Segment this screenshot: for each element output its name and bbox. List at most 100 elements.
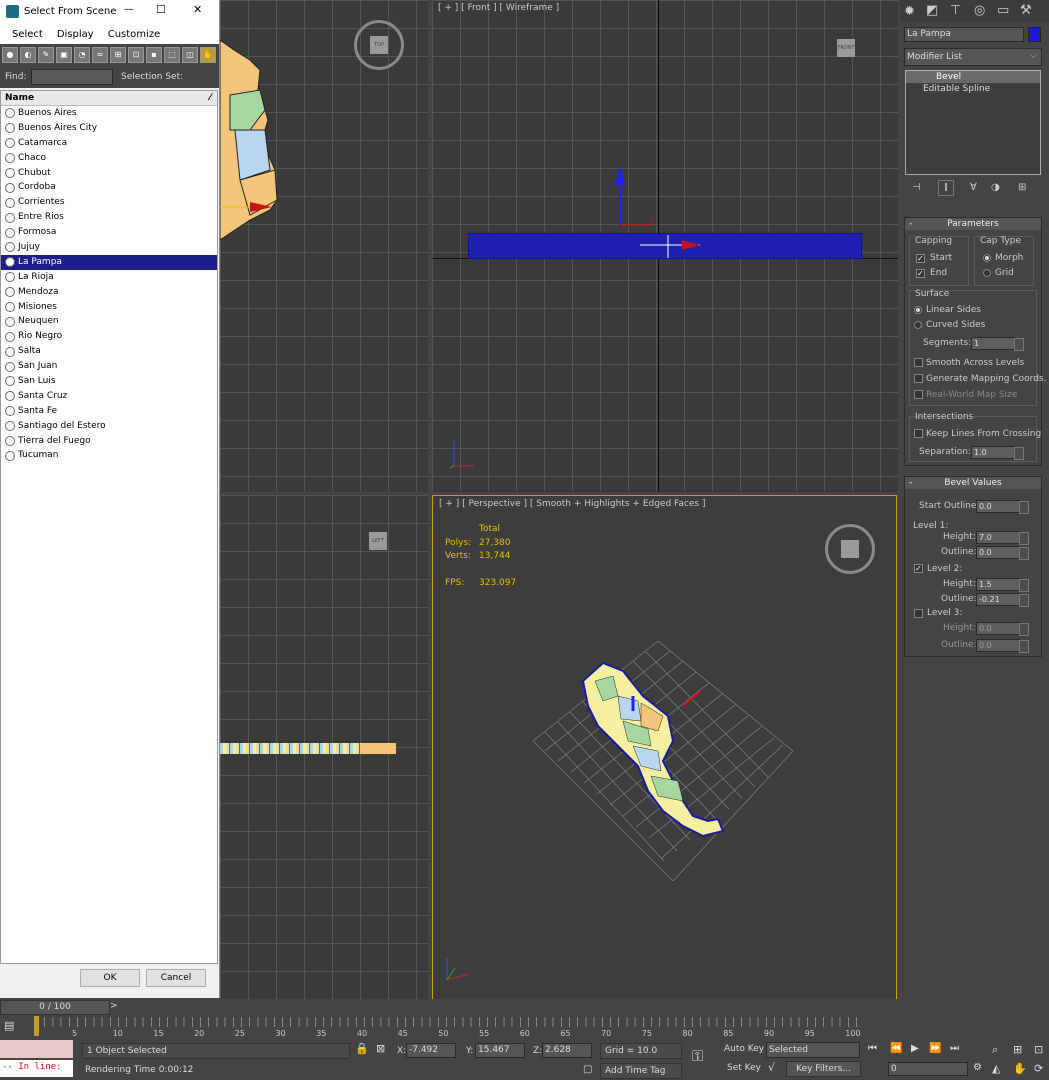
add-time-tag[interactable]: Add Time Tag (600, 1063, 682, 1079)
list-item[interactable]: Buenos Aires (1, 106, 217, 121)
motion-tab-icon[interactable]: ◎ (974, 3, 985, 18)
list-item[interactable]: Catamarca (1, 136, 217, 151)
linear-sides-radio[interactable] (914, 306, 922, 314)
time-config-icon[interactable]: ⚙ (973, 1062, 982, 1073)
utilities-tab-icon[interactable]: ⚒ (1020, 3, 1032, 18)
object-name-field[interactable]: La Pampa (904, 27, 1024, 42)
level3-outline-spinner[interactable]: 0.0 (976, 639, 1029, 653)
list-item[interactable]: San Juan (1, 359, 217, 374)
current-frame-field[interactable]: 0 (888, 1062, 968, 1076)
list-item[interactable]: Formosa (1, 225, 217, 240)
list-item[interactable]: Misiones (1, 300, 217, 315)
stack-item-bevel[interactable]: Bevel (906, 71, 1040, 83)
zoom-extents-icon[interactable]: ⊡ (1034, 1043, 1043, 1056)
zoom-icon[interactable]: ⌕ (992, 1043, 998, 1057)
viewport-top[interactable]: TOP (220, 0, 428, 492)
next-frame-arrow[interactable]: > (110, 1001, 118, 1011)
invert-filter-icon[interactable]: ✋ (200, 47, 216, 63)
track-view-icon[interactable]: ▤ (4, 1019, 14, 1032)
list-item[interactable]: Santiago del Estero (1, 419, 217, 434)
minimize-button[interactable]: — (124, 4, 134, 15)
list-item[interactable]: Salta (1, 344, 217, 359)
level2-outline-spinner[interactable]: -0.21 (976, 593, 1029, 607)
cap-start-checkbox[interactable]: ✓ (916, 254, 925, 263)
grid-radio[interactable] (983, 269, 991, 277)
real-world-map-checkbox[interactable] (914, 390, 923, 399)
light-filter-icon[interactable]: ✎ (38, 47, 54, 63)
helper-filter-icon[interactable]: ◔ (74, 47, 90, 63)
level3-height-spinner[interactable]: 0.0 (976, 622, 1029, 636)
none-filter-icon[interactable]: ◫ (182, 47, 198, 63)
keep-lines-checkbox[interactable] (914, 429, 923, 438)
key-filters-button[interactable]: Key Filters... (786, 1061, 861, 1077)
level3-checkbox[interactable] (914, 609, 923, 618)
list-item[interactable]: Mendoza (1, 285, 217, 300)
geometry-filter-icon[interactable]: ● (2, 47, 18, 63)
separation-spinner[interactable]: 1.0 (971, 446, 1024, 460)
bevel-values-header[interactable]: - Bevel Values (905, 477, 1041, 489)
list-item[interactable]: Rio Negro (1, 329, 217, 344)
time-slider[interactable]: 0 / 100 (0, 1000, 110, 1015)
track-bar[interactable] (36, 1017, 860, 1027)
display-tab-icon[interactable]: ▭ (997, 3, 1009, 18)
list-item[interactable]: La Rioja (1, 270, 217, 285)
absolute-mode-icon[interactable]: ⊠ (376, 1042, 385, 1055)
x-coordinate[interactable]: -7.492 (406, 1043, 456, 1058)
dialog-titlebar[interactable]: Select From Scene — ☐ ✕ (0, 0, 219, 24)
list-item[interactable]: Tierra del Fuego (1, 434, 217, 449)
list-item[interactable]: Santa Fe (1, 404, 217, 419)
curved-sides-radio[interactable] (914, 321, 922, 329)
orbit-icon[interactable]: ⟳ (1034, 1062, 1043, 1075)
find-input[interactable] (31, 69, 113, 85)
y-coordinate[interactable]: 15.467 (475, 1043, 525, 1058)
cap-end-checkbox[interactable]: ✓ (916, 269, 925, 278)
view-cube-perspective[interactable] (825, 524, 875, 574)
tangent-icon[interactable]: √ (768, 1061, 775, 1074)
list-item[interactable]: Buenos Aires City (1, 121, 217, 136)
list-item[interactable]: Entre Rios (1, 210, 217, 225)
time-tag-icon[interactable]: ▢ (583, 1064, 592, 1075)
modifier-stack[interactable]: Bevel Editable Spline (905, 70, 1041, 175)
zoom-all-icon[interactable]: ⊞ (1013, 1043, 1022, 1056)
object-color-swatch[interactable] (1028, 27, 1041, 42)
goto-end-icon[interactable]: ⏭ (950, 1043, 959, 1054)
scene-object-list[interactable]: Name ⁄ Buenos Aires Buenos Aires City Catam… (0, 90, 218, 964)
goto-start-icon[interactable]: ⏮ (868, 1043, 877, 1054)
list-item[interactable]: Tucuman (1, 448, 217, 463)
shape-filter-icon[interactable]: ◐ (20, 47, 36, 63)
camera-filter-icon[interactable]: ▣ (56, 47, 72, 63)
viewport-label[interactable]: [ + ] [ Front ] [ Wireframe ] (438, 3, 559, 13)
create-tab-icon[interactable]: ✹ (904, 4, 915, 19)
hierarchy-tab-icon[interactable]: ⊤ (950, 3, 961, 18)
level2-checkbox[interactable]: ✓ (914, 564, 923, 573)
make-unique-icon[interactable]: ∀ (970, 182, 977, 193)
segments-spinner[interactable]: 1 (971, 337, 1024, 351)
view-cube-front[interactable]: FRONT (824, 26, 874, 76)
maxscript-listener[interactable] (0, 1040, 73, 1058)
list-item[interactable]: San Luis (1, 374, 217, 389)
next-frame-icon[interactable]: ⏩ (929, 1043, 941, 1054)
xref-filter-icon[interactable]: ⊡ (128, 47, 144, 63)
level1-height-spinner[interactable]: 7.0 (976, 531, 1029, 545)
bone-filter-icon[interactable]: ▪ (146, 47, 162, 63)
list-item[interactable]: Cordoba (1, 180, 217, 195)
set-key-button[interactable]: Set Key (727, 1063, 761, 1073)
ok-button[interactable]: OK (80, 969, 140, 987)
key-icon[interactable]: ⚿ (692, 1047, 703, 1065)
configure-sets-icon[interactable]: ⊞ (1018, 182, 1026, 193)
maxscript-line[interactable]: -- In line: (0, 1060, 73, 1077)
viewport-front[interactable]: [ + ] [ Front ] [ Wireframe ] FRONT (432, 0, 898, 492)
parameters-header[interactable]: - Parameters (905, 218, 1041, 230)
morph-radio[interactable] (983, 254, 991, 262)
view-cube-left[interactable]: LEFT (356, 519, 406, 569)
viewport-perspective[interactable]: [ + ] [ Perspective ] [ Smooth + Highlig… (432, 495, 897, 1000)
viewport-left[interactable]: LEFT (220, 495, 428, 1000)
pan-hand-icon[interactable]: ✋ (1013, 1062, 1027, 1075)
menu-customize[interactable]: Customize (108, 29, 161, 40)
prev-frame-icon[interactable]: ⏪ (890, 1043, 902, 1054)
stack-item-editable-spline[interactable]: Editable Spline (906, 83, 1040, 96)
list-item[interactable]: Neuquen (1, 314, 217, 329)
play-icon[interactable]: ▶ (911, 1043, 919, 1054)
close-button[interactable]: ✕ (193, 3, 202, 16)
name-column-header[interactable]: Name ⁄ (1, 91, 217, 106)
